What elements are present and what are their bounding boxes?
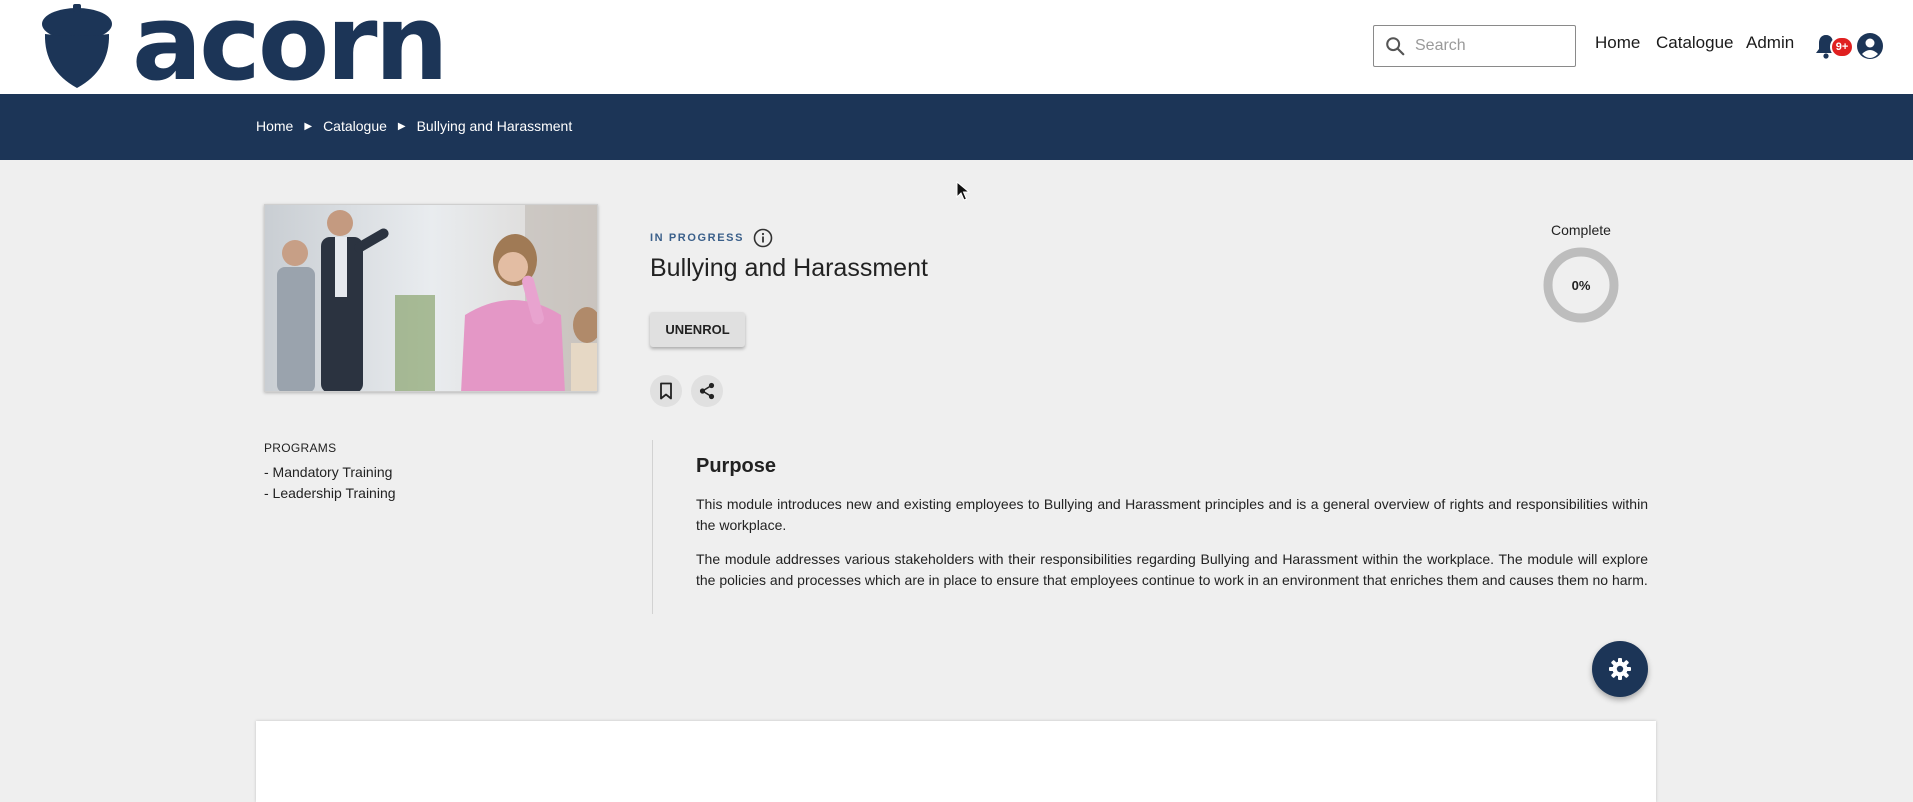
acorn-logo-icon [42, 4, 112, 88]
breadcrumb: Home ▶ Catalogue ▶ Bullying and Harassme… [256, 118, 572, 134]
program-item[interactable]: - Leadership Training [264, 485, 396, 501]
notification-badge: 9+ [1830, 36, 1854, 58]
bookmark-icon [660, 382, 672, 400]
settings-fab-button[interactable] [1592, 641, 1648, 697]
logo-text: acorn [132, 0, 449, 104]
purpose-heading: Purpose [696, 455, 777, 477]
breadcrumb-catalogue[interactable]: Catalogue [323, 118, 387, 134]
status-row: IN PROGRESS [650, 228, 773, 248]
search-input[interactable] [1415, 37, 1565, 55]
mouse-cursor-icon [956, 181, 970, 201]
breadcrumb-separator-icon: ▶ [304, 120, 313, 132]
module-title: Bullying and Harassment [650, 254, 928, 282]
share-button[interactable] [691, 375, 723, 407]
search-box[interactable] [1373, 25, 1576, 67]
unenrol-button[interactable]: UNENROL [650, 312, 745, 347]
share-icon [699, 382, 715, 400]
acorn-logo[interactable]: acorn [40, 0, 449, 95]
programs-heading: PROGRAMS [264, 441, 337, 455]
program-item[interactable]: - Mandatory Training [264, 464, 392, 480]
gear-icon [1609, 658, 1631, 680]
info-icon[interactable] [753, 228, 773, 248]
breadcrumb-home[interactable]: Home [256, 118, 293, 134]
module-image [264, 204, 598, 392]
breadcrumb-separator-icon: ▶ [397, 120, 406, 132]
nav-catalogue[interactable]: Catalogue [1656, 33, 1734, 53]
bookmark-button[interactable] [650, 375, 682, 407]
section-divider [652, 440, 653, 614]
content-card [256, 721, 1656, 802]
status-label: IN PROGRESS [650, 232, 745, 244]
top-header: acorn Home Catalogue Admin 9+ [0, 0, 1913, 95]
nav-home[interactable]: Home [1595, 33, 1640, 53]
account-icon[interactable] [1856, 32, 1884, 60]
search-icon [1386, 37, 1405, 56]
breadcrumb-current[interactable]: Bullying and Harassment [417, 118, 573, 134]
purpose-paragraph: The module addresses various stakeholder… [696, 551, 1648, 588]
complete-label: Complete [1551, 222, 1611, 238]
purpose-paragraph: This module introduces new and existing … [696, 496, 1648, 533]
progress-percent: 0% [1571, 277, 1591, 293]
nav-admin[interactable]: Admin [1746, 33, 1794, 53]
breadcrumb-bar: Home ▶ Catalogue ▶ Bullying and Harassme… [0, 94, 1913, 160]
